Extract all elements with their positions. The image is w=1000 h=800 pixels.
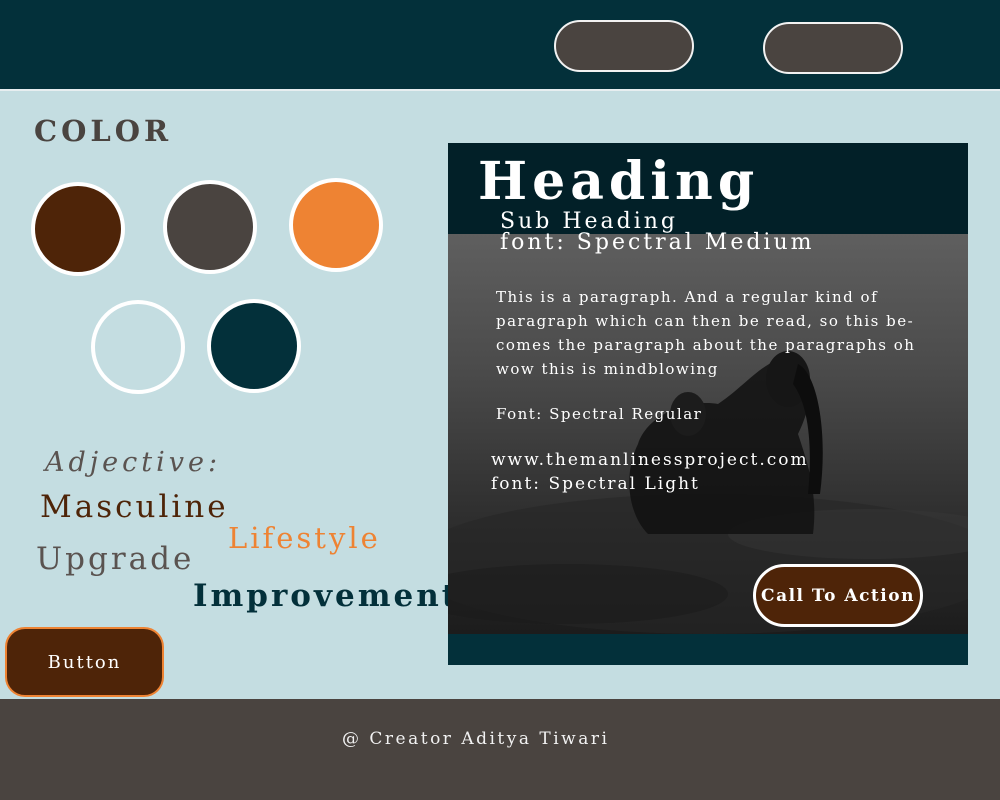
color-swatch-charcoal xyxy=(163,180,257,274)
card-url-block: www.themanlinessproject.com font: Spectr… xyxy=(491,448,809,496)
top-nav-button-1[interactable] xyxy=(554,20,694,72)
card-sub-heading: Sub Heading font: Spectral Medium xyxy=(500,209,815,255)
card-sub-heading-line2: font: Spectral Medium xyxy=(500,230,815,255)
card-heading: Heading xyxy=(478,151,760,212)
top-bar xyxy=(0,0,1000,89)
adjective-title: Adjective: xyxy=(45,447,222,478)
footer: @ Creator Aditya Tiwari xyxy=(0,699,1000,800)
header-divider xyxy=(0,89,1000,91)
card-font-light-label: font: Spectral Light xyxy=(491,474,700,494)
card-sub-heading-line1: Sub Heading xyxy=(500,209,679,234)
adjective-upgrade: Upgrade xyxy=(36,541,195,577)
footer-credit: @ Creator Aditya Tiwari xyxy=(342,729,610,749)
card-url-link[interactable]: www.themanlinessproject.com xyxy=(491,448,809,472)
color-section-title: COLOR xyxy=(34,114,173,148)
color-swatch-brown xyxy=(31,182,125,276)
card-paragraph: This is a paragraph. And a regular kind … xyxy=(496,288,916,378)
call-to-action-button[interactable]: Call To Action xyxy=(753,564,923,627)
sample-button[interactable]: Button xyxy=(5,627,164,697)
top-nav-button-2[interactable] xyxy=(763,22,903,74)
color-swatch-dark-teal xyxy=(207,299,301,393)
sample-card: Heading Sub Heading font: Spectral Mediu… xyxy=(448,143,968,665)
adjective-masculine: Masculine xyxy=(40,489,229,525)
adjective-lifestyle: Lifestyle xyxy=(228,521,381,555)
color-swatch-light-blue xyxy=(91,300,185,394)
card-font-regular-label: Font: Spectral Regular xyxy=(496,405,703,423)
adjective-improvement: Improvement xyxy=(193,578,460,614)
color-swatch-orange xyxy=(289,178,383,272)
